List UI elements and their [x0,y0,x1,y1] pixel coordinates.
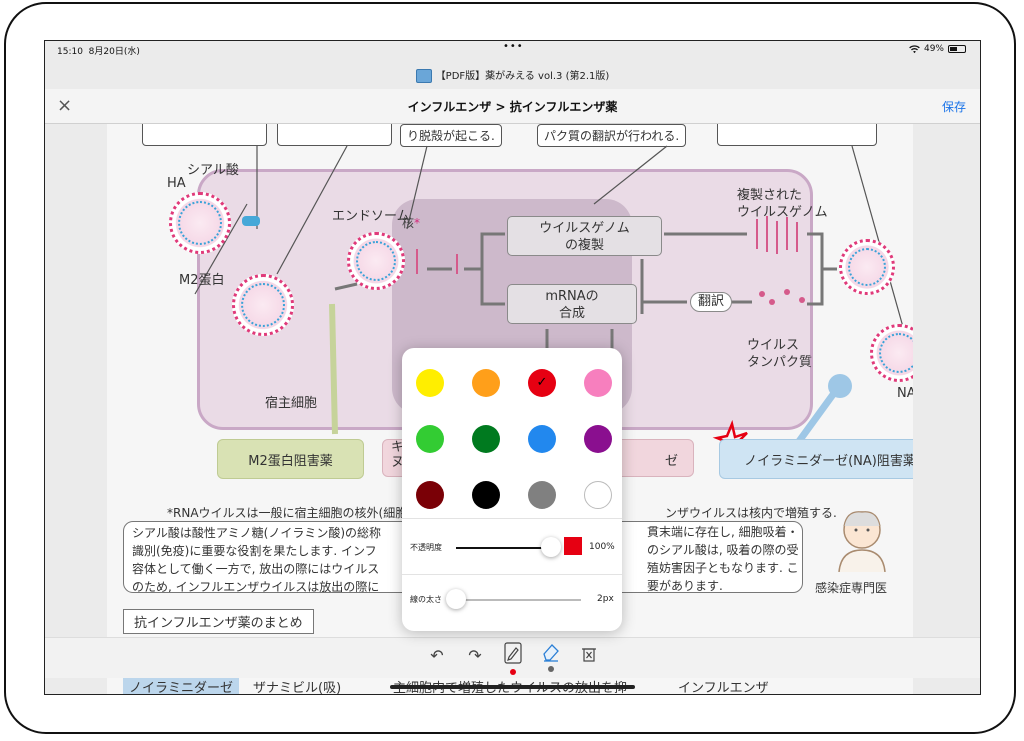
label-host-cell: 宿主細胞 [265,396,318,411]
color-swatch-red[interactable]: ✓ [528,369,556,397]
opacity-slider-fill [456,547,551,549]
divider [402,574,622,575]
battery-icon [948,45,966,53]
eraser-dot [548,666,554,672]
doctor-label: 感染症専門医 [815,581,888,595]
color-swatch-white[interactable] [584,481,612,509]
line-width-value: 2px [597,594,614,604]
nav-bar: × インフルエンザ > 抗インフルエンザ薬 保存 [45,89,980,124]
undo-button[interactable]: ↶ [425,646,449,665]
eraser-tool-button[interactable] [539,642,563,672]
opacity-slider-thumb[interactable] [541,537,561,557]
color-swatch-blue[interactable] [528,425,556,453]
label-endosome: エンドソーム [332,209,410,224]
color-swatch-light-green[interactable] [416,425,444,453]
drug-cap-tail: ゼ [665,454,679,469]
color-swatch-pink[interactable] [584,369,612,397]
pen-icon [504,642,522,664]
table-cell: ザナミビル(吸) [253,681,342,694]
opacity-color-preview [564,537,582,555]
virus-particle [839,239,895,295]
color-swatch-yellow[interactable] [416,369,444,397]
battery-percent: 49% [923,44,944,54]
delete-button[interactable] [577,646,601,666]
line-width-slider-track[interactable] [456,599,581,601]
opacity-label: 不透明度 [410,543,442,552]
box-genome-replication: ウイルスゲノム の複製 [507,216,662,256]
table-cell: インフルエンザ [678,681,769,694]
eraser-icon [543,644,559,662]
home-indicator[interactable] [390,685,635,689]
line-width-label: 線の太さ [410,595,442,604]
multitask-dots[interactable]: ••• [503,41,524,52]
label-na: NA [897,386,913,401]
color-swatch-gray[interactable] [528,481,556,509]
virus-in-endosome [347,232,405,290]
color-swatch-dark-red[interactable] [416,481,444,509]
save-button[interactable]: 保存 [942,98,966,115]
divider [402,518,622,519]
redo-button[interactable]: ↷ [463,646,487,665]
document-title: 【PDF版】薬がみえる vol.3 (第2.1版) [45,67,980,83]
label-nucleus: 核* [402,216,421,230]
label-replicated-2: ウイルスゲノム [737,205,828,220]
pen-color-dot [510,669,516,675]
status-time: 15:10 8月20日(水) [57,47,140,57]
footnote-tail: ンザウイルスは核内で増殖する. [665,506,837,520]
virus-particle [232,274,294,336]
label-viral-protein-2: タンパク質 [747,355,813,370]
color-swatch-green[interactable] [472,425,500,453]
summary-heading: 抗インフルエンザ薬のまとめ [123,609,314,634]
color-swatch-black[interactable] [472,481,500,509]
drug-m2-inhibitor: M2蛋白阻害薬 [217,439,364,479]
label-m2: M2蛋白 [179,273,225,288]
label-translation: 翻訳 [690,292,732,312]
color-swatch-purple[interactable] [584,425,612,453]
pen-tool-button[interactable] [501,642,525,675]
label-sialic-acid: シアル酸 [187,163,239,178]
opacity-value: 100% [589,542,615,552]
status-right: 49% [909,44,966,54]
page-title: インフルエンザ > 抗インフルエンザ薬 [407,100,618,114]
screen: 15:10 8月20日(水) ••• 49% 【PDF版】薬がみえる vol.3… [44,40,981,695]
color-swatch-orange[interactable] [472,369,500,397]
virus-particle [169,192,231,254]
footnote: *RNAウイルスは一般に宿主細胞の核外(細胞質 [167,506,420,520]
explanation-tail: 貫末端に存在し, 細胞吸着・ のシアル酸は, 吸着の際の受 殖妨害因子ともなりま… [647,525,799,593]
doctor-illustration [838,511,886,572]
book-icon [415,69,432,83]
drug-na-inhibitor: ノイラミニダーゼ(NA)阻害薬 [719,439,913,479]
ha-receptor [242,216,260,226]
line-width-slider-thumb[interactable] [446,589,466,609]
status-bar: 15:10 8月20日(水) ••• 49% [45,41,980,57]
pen-settings-popover: ✓ 不透明度 100% 線の太さ 2px [402,348,622,631]
wifi-icon [909,44,920,53]
selected-check-icon: ✓ [536,375,548,390]
box-mrna-synthesis: mRNAの 合成 [507,284,637,324]
annotation-toolbar: ↶ ↷ [45,637,980,678]
trash-icon [582,648,596,662]
label-ha: HA [167,176,186,191]
